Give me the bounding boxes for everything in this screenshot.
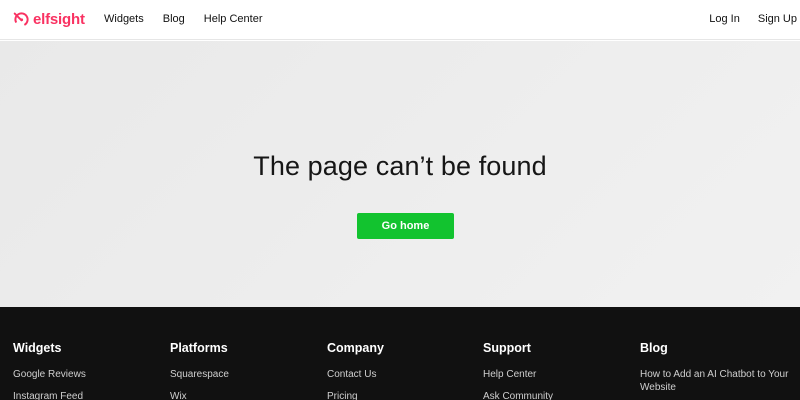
footer-link[interactable]: Ask Community — [483, 390, 633, 400]
elfsight-logo[interactable]: elfsight — [13, 11, 85, 28]
footer-link[interactable]: Help Center — [483, 368, 633, 381]
footer-col-title: Widgets — [13, 341, 62, 355]
nav-help-center[interactable]: Help Center — [204, 13, 263, 25]
footer-link[interactable]: Google Reviews — [13, 368, 163, 381]
main-nav: Widgets Blog Help Center — [104, 13, 281, 25]
page-title: The page can’t be found — [253, 151, 547, 181]
footer-col-title: Platforms — [170, 341, 228, 355]
footer-link[interactable]: Pricing — [327, 390, 477, 400]
go-home-button[interactable]: Go home — [357, 213, 454, 239]
footer-link[interactable]: Contact Us — [327, 368, 477, 381]
footer-col-platforms: Platforms Squarespace Wix — [170, 341, 320, 400]
footer-link[interactable]: Squarespace — [170, 368, 320, 381]
footer-link[interactable]: Wix — [170, 390, 320, 400]
footer-col-blog: Blog How to Add an AI Chatbot to Your We… — [640, 341, 795, 400]
footer-col-widgets: Widgets Google Reviews Instagram Feed — [13, 341, 163, 400]
nav-blog[interactable]: Blog — [163, 13, 185, 25]
site-footer: Widgets Google Reviews Instagram Feed Pl… — [0, 307, 800, 400]
footer-col-title: Support — [483, 341, 531, 355]
nav-widgets[interactable]: Widgets — [104, 13, 144, 25]
not-found-section: The page can’t be found Go home — [0, 41, 800, 307]
signup-link[interactable]: Sign Up — [758, 13, 797, 25]
login-link[interactable]: Log In — [709, 13, 740, 25]
elfsight-logo-icon — [13, 12, 29, 27]
site-header: elfsight Widgets Blog Help Center Log In… — [0, 0, 800, 40]
footer-col-company: Company Contact Us Pricing — [327, 341, 477, 400]
footer-col-title: Blog — [640, 341, 668, 355]
footer-link[interactable]: How to Add an AI Chatbot to Your Website — [640, 368, 795, 394]
footer-link[interactable]: Instagram Feed — [13, 390, 163, 400]
logo-text: elfsight — [33, 11, 85, 28]
auth-links: Log In Sign Up — [709, 13, 800, 25]
footer-col-support: Support Help Center Ask Community — [483, 341, 633, 400]
footer-col-title: Company — [327, 341, 384, 355]
